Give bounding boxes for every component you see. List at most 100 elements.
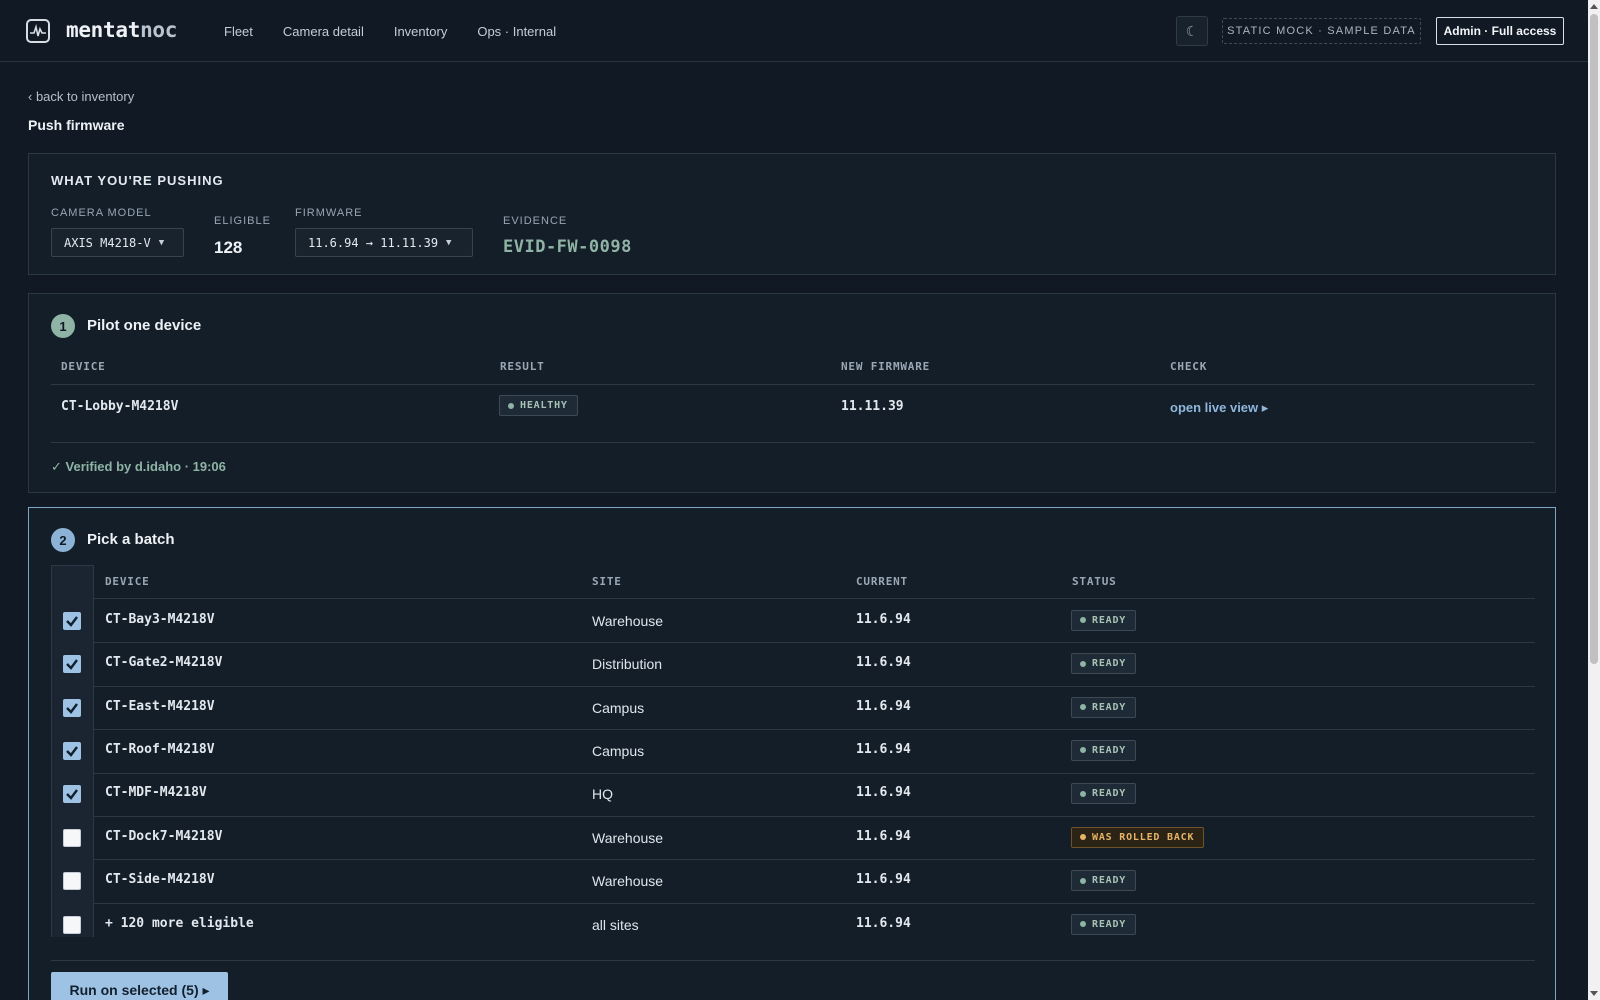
scroll-down-icon[interactable]: [1590, 991, 1598, 996]
page-title: Push firmware: [28, 117, 125, 133]
evidence-label: EVIDENCE: [503, 215, 568, 227]
pilot-title: Pilot one device: [87, 317, 202, 334]
row-divider: [94, 902, 1535, 904]
row-device: CT-Dock7-M4218V: [105, 828, 223, 844]
col-status: STATUS: [1072, 575, 1117, 588]
row-current-firmware: 11.6.94: [856, 785, 911, 801]
status-badge: READY: [1071, 739, 1137, 761]
pushing-summary-panel: WHAT YOU'RE PUSHING CAMERA MODEL AXIS M4…: [28, 153, 1556, 275]
status-dot-icon: [1080, 921, 1086, 927]
top-bar: mentatnoc Fleet Camera detail Inventory …: [0, 0, 1588, 62]
row-divider: [94, 685, 1535, 687]
status-dot-icon: [1080, 834, 1086, 841]
divider: [51, 384, 1535, 385]
row-site: Warehouse: [592, 612, 664, 629]
row-site: Warehouse: [592, 829, 664, 846]
theme-toggle-button[interactable]: ☾: [1176, 16, 1208, 46]
col-device: DEVICE: [105, 575, 150, 588]
status-dot-icon: [1080, 790, 1086, 797]
pulse-logo-icon: [26, 19, 50, 43]
verified-note: ✓ Verified by d.idaho · 19:06: [51, 459, 226, 474]
eligible-count: 128: [214, 238, 243, 257]
status-dot-icon: [1080, 617, 1086, 624]
row-current-firmware: 11.6.94: [856, 872, 911, 888]
row-site: Warehouse: [592, 873, 664, 890]
row-device: CT-Roof-M4218V: [105, 741, 215, 757]
row-divider: [94, 816, 1535, 817]
brand-logo[interactable]: mentatnoc: [66, 18, 177, 42]
row-current-firmware: 11.6.94: [856, 698, 911, 714]
row-device: CT-East-M4218V: [105, 698, 215, 714]
status-dot-icon: [1080, 747, 1086, 754]
divider: [51, 442, 1535, 443]
status-label: READY: [1092, 788, 1127, 800]
nav-ops-internal[interactable]: Ops · Internal: [477, 24, 556, 39]
col-device: DEVICE: [61, 360, 106, 373]
scrollbar-thumb[interactable]: [1590, 14, 1598, 664]
status-label: WAS ROLLED BACK: [1092, 831, 1195, 843]
pilot-panel: 1 Pilot one device DEVICE RESULT NEW FIR…: [28, 293, 1556, 493]
row-current-firmware: 11.6.94: [856, 741, 911, 757]
status-badge: READY: [1071, 696, 1137, 718]
nav-fleet[interactable]: Fleet: [224, 24, 253, 39]
row-checkbox[interactable]: [63, 915, 81, 934]
chevron-down-icon: ▼: [158, 237, 165, 248]
row-divider: [94, 642, 1535, 644]
row-checkbox[interactable]: [63, 698, 81, 717]
nav-inventory[interactable]: Inventory: [394, 24, 447, 39]
nav-camera-detail[interactable]: Camera detail: [283, 24, 364, 39]
status-badge: WAS ROLLED BACK: [1071, 826, 1205, 848]
run-on-selected-button[interactable]: Run on selected (5) ▸: [51, 972, 228, 1000]
row-current-firmware: 11.6.94: [856, 915, 911, 931]
open-live-view-link[interactable]: open live view ▸: [1170, 400, 1268, 416]
status-badge: HEALTHY: [499, 395, 578, 416]
status-dot-icon: [1080, 704, 1086, 710]
row-device: CT-Side-M4218V: [105, 872, 215, 888]
row-site: all sites: [592, 916, 639, 933]
row-checkbox[interactable]: [63, 828, 81, 847]
camera-model-value: AXIS M4218-V: [64, 235, 151, 250]
step-2-badge: 2: [51, 528, 75, 552]
col-result: RESULT: [500, 360, 545, 373]
moon-icon: ☾: [1185, 22, 1199, 39]
row-device: CT-Gate2-M4218V: [105, 655, 223, 671]
row-checkbox[interactable]: [63, 785, 81, 804]
pilot-new-firmware: 11.11.39: [841, 399, 904, 414]
row-checkbox[interactable]: [63, 872, 81, 891]
row-device: CT-Bay3-M4218V: [105, 611, 215, 627]
row-checkbox[interactable]: [63, 655, 81, 674]
status-dot-icon: [1080, 660, 1086, 667]
divider: [94, 598, 1535, 599]
status-badge: READY: [1071, 609, 1137, 631]
status-label: READY: [1092, 701, 1127, 713]
status-label: READY: [1092, 875, 1127, 887]
row-checkbox[interactable]: [63, 741, 81, 760]
row-current-firmware: 11.6.94: [856, 828, 911, 844]
divider: [51, 960, 1535, 961]
row-site: Campus: [592, 742, 645, 759]
evidence-id[interactable]: EVID-FW-0098: [503, 237, 632, 257]
col-check: CHECK: [1170, 360, 1208, 373]
status-label: READY: [1092, 744, 1127, 756]
firmware-label: FIRMWARE: [295, 207, 363, 219]
camera-model-select[interactable]: AXIS M4218-V ▼: [51, 228, 184, 257]
admin-access-button[interactable]: Admin · Full access: [1436, 17, 1564, 45]
camera-model-label: CAMERA MODEL: [51, 207, 152, 219]
status-label: READY: [1092, 918, 1127, 930]
batch-panel: 2 Pick a batch DEVICE SITE CURRENT STATU…: [28, 507, 1556, 1000]
eligible-label: ELIGIBLE: [214, 215, 271, 227]
page-scrollbar[interactable]: [1588, 0, 1600, 1000]
col-site: SITE: [592, 575, 622, 588]
step-1-badge: 1: [51, 314, 75, 338]
firmware-select[interactable]: 11.6.94 → 11.11.39 ▼: [295, 228, 473, 257]
main-nav: Fleet Camera detail Inventory Ops · Inte…: [224, 24, 586, 39]
status-dot-icon: [1080, 877, 1086, 884]
row-device: CT-MDF-M4218V: [105, 785, 207, 801]
scroll-up-icon[interactable]: [1590, 4, 1598, 9]
row-site: Distribution: [592, 656, 663, 673]
status-badge: READY: [1071, 653, 1137, 675]
back-to-inventory-link[interactable]: ‹ back to inventory: [28, 89, 134, 104]
row-site: Campus: [592, 699, 645, 716]
row-checkbox[interactable]: [63, 611, 81, 630]
row-current-firmware: 11.6.94: [856, 655, 911, 671]
